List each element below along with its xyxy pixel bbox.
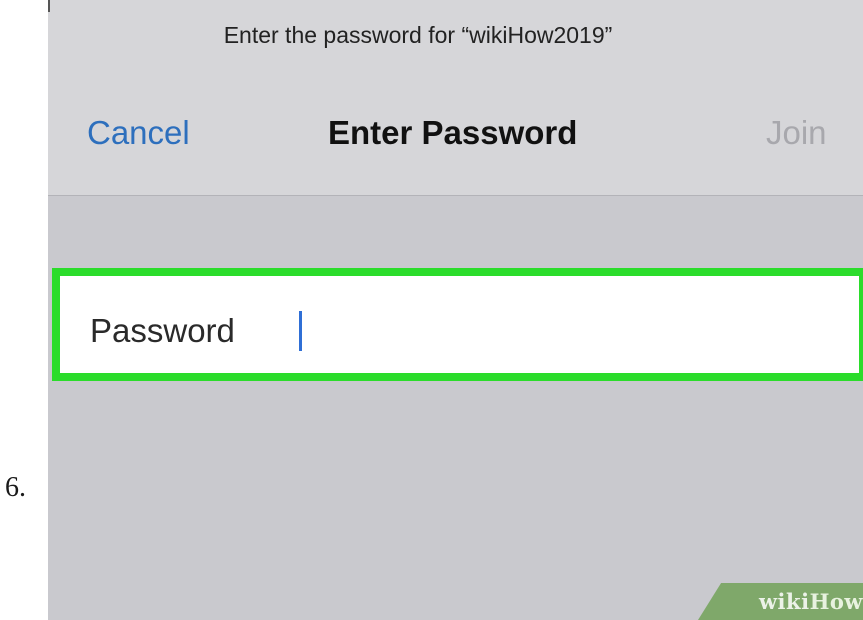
text-caret xyxy=(299,311,302,351)
password-row[interactable]: Password xyxy=(52,268,863,381)
watermark-wiki: wiki xyxy=(758,589,810,614)
password-input[interactable] xyxy=(295,306,815,350)
page-title: Enter Password xyxy=(328,114,578,151)
cancel-button[interactable]: Cancel xyxy=(87,114,190,152)
watermark-how: How xyxy=(809,589,863,614)
screen-edge xyxy=(48,0,50,12)
ios-screen: Enter the password for “wikiHow2019” Can… xyxy=(48,0,863,620)
step-number: 6. xyxy=(5,472,26,503)
nav-header: Enter the password for “wikiHow2019” Can… xyxy=(48,0,863,196)
wikihow-watermark: wikiHow xyxy=(698,583,863,620)
password-prompt: Enter the password for “wikiHow2019” xyxy=(223,22,613,48)
password-label: Password xyxy=(90,312,235,349)
join-button[interactable]: Join xyxy=(766,114,827,152)
